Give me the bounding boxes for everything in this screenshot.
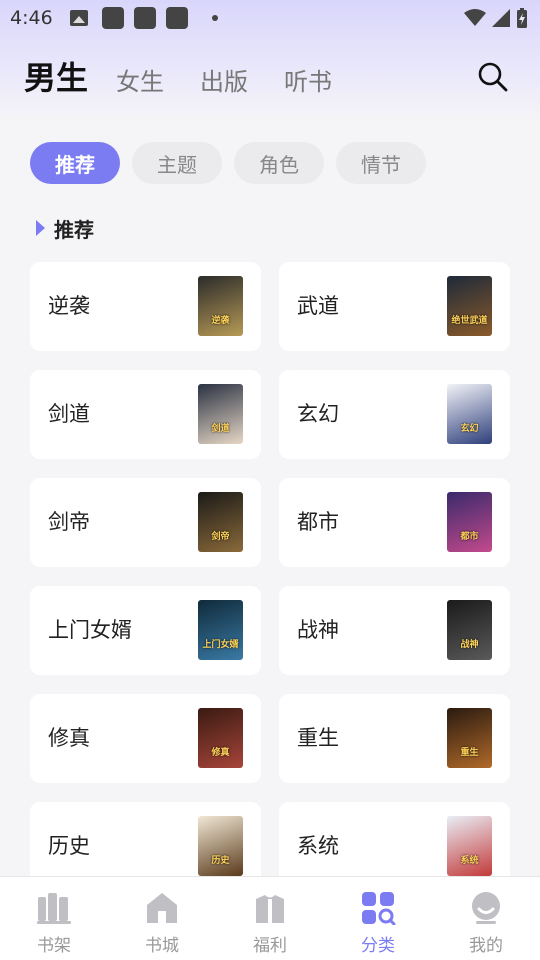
category-name: 武道	[297, 294, 339, 318]
cover-title: 修真	[211, 748, 230, 758]
category-name: 系统	[297, 834, 339, 858]
nav-bookstore[interactable]: 书城	[108, 877, 216, 960]
bookshelf-icon	[37, 893, 71, 924]
nav-label: 书架	[37, 936, 71, 956]
nav-label: 我的	[469, 936, 503, 956]
category-card[interactable]: 剑帝 剑帝	[30, 478, 261, 567]
book-cover-thumbnail: 玄幻	[447, 384, 492, 444]
book-cover-thumbnail: 重生	[447, 708, 492, 768]
cover-title: 重生	[460, 748, 479, 758]
status-bar: 4:46	[0, 0, 540, 36]
book-cover-thumbnail: 都市	[447, 492, 492, 552]
category-name: 上门女婿	[48, 618, 132, 642]
cover-title: 战神	[460, 640, 479, 650]
category-card[interactable]: 系统 系统	[279, 802, 510, 876]
category-card[interactable]: 修真 修真	[30, 694, 261, 783]
cover-title: 剑道	[211, 424, 230, 434]
tab-publish[interactable]: 出版	[200, 62, 248, 102]
pill-theme[interactable]: 主题	[132, 142, 222, 184]
signal-icon	[492, 9, 510, 27]
category-card[interactable]: 逆袭 逆袭	[30, 262, 261, 351]
battery-icon	[517, 8, 527, 28]
cover-title: 逆袭	[211, 316, 230, 326]
category-name: 玄幻	[297, 402, 339, 426]
cover-title: 系统	[460, 856, 479, 866]
category-card[interactable]: 都市 都市	[279, 478, 510, 567]
category-name: 剑帝	[48, 510, 90, 534]
pill-plot[interactable]: 情节	[336, 142, 426, 184]
app-notification-icon	[102, 7, 124, 29]
tab-label: 女生	[116, 68, 165, 96]
pill-recommend[interactable]: 推荐	[30, 142, 120, 184]
bookstore-icon	[147, 893, 177, 923]
tab-label: 男生	[24, 59, 89, 97]
subcategory-pills: 推荐 主题 角色 情节	[30, 142, 426, 184]
nav-bookshelf[interactable]: 书架	[0, 877, 108, 960]
profile-icon	[472, 892, 500, 924]
cover-title: 玄幻	[460, 424, 479, 434]
nav-welfare[interactable]: 福利	[216, 877, 324, 960]
nav-label: 福利	[253, 936, 287, 956]
book-cover-thumbnail: 战神	[447, 600, 492, 660]
category-card[interactable]: 玄幻 玄幻	[279, 370, 510, 459]
nav-profile[interactable]: 我的	[432, 877, 540, 960]
gift-icon	[256, 895, 284, 923]
wifi-icon	[464, 9, 486, 26]
book-cover-thumbnail: 逆袭	[198, 276, 243, 336]
book-cover-thumbnail: 历史	[198, 816, 243, 876]
section-header: 推荐	[36, 212, 94, 244]
top-tab-bar: 男生 女生 出版 听书	[24, 52, 368, 102]
pill-role[interactable]: 角色	[234, 142, 324, 184]
book-cover-thumbnail: 系统	[447, 816, 492, 876]
category-name: 重生	[297, 726, 339, 750]
category-name: 修真	[48, 726, 90, 750]
category-name: 战神	[297, 618, 339, 642]
category-name: 剑道	[48, 402, 90, 426]
image-notification-icon	[70, 10, 88, 26]
book-cover-thumbnail: 绝世武道	[447, 276, 492, 336]
category-grid: 逆袭 逆袭 武道 绝世武道 剑道 剑道 玄幻 玄幻 剑帝 剑帝 都市 都市 上门女婿 上门女婿 战神 战神 修真…	[30, 262, 510, 876]
nav-label: 书城	[145, 936, 179, 956]
tab-label: 出版	[200, 68, 249, 96]
search-icon[interactable]	[476, 60, 510, 94]
cover-title: 绝世武道	[451, 316, 488, 326]
tab-male[interactable]: 男生	[24, 54, 88, 102]
bottom-navigation: 书架 书城 福利 分类 我的	[0, 876, 540, 960]
app-notification-icon	[166, 7, 188, 29]
category-card[interactable]: 武道绝世武道	[279, 262, 510, 351]
cover-title: 上门女婿	[202, 640, 239, 650]
book-cover-thumbnail: 上门女婿	[198, 600, 243, 660]
tab-audiobook[interactable]: 听书	[284, 62, 332, 102]
cover-title: 剑帝	[211, 532, 230, 542]
section-title: 推荐	[54, 217, 94, 242]
book-cover-thumbnail: 剑道	[198, 384, 243, 444]
category-card[interactable]: 历史 历史	[30, 802, 261, 876]
more-notifications-dot-icon	[212, 15, 218, 21]
cover-title: 历史	[211, 856, 230, 866]
app-notification-icon	[134, 7, 156, 29]
tab-female[interactable]: 女生	[116, 62, 164, 102]
category-card[interactable]: 上门女婿 上门女婿	[30, 586, 261, 675]
category-name: 历史	[48, 834, 90, 858]
category-card[interactable]: 战神 战神	[279, 586, 510, 675]
tab-label: 听书	[284, 68, 333, 96]
status-time: 4:46	[10, 7, 53, 29]
nav-category[interactable]: 分类	[324, 877, 432, 960]
nav-label: 分类	[361, 936, 395, 956]
category-name: 逆袭	[48, 294, 90, 318]
cover-title: 都市	[460, 532, 479, 542]
category-card[interactable]: 剑道 剑道	[30, 370, 261, 459]
book-cover-thumbnail: 修真	[198, 708, 243, 768]
book-cover-thumbnail: 剑帝	[198, 492, 243, 552]
category-name: 都市	[297, 510, 339, 534]
triangle-marker-icon	[36, 220, 45, 236]
category-icon	[362, 892, 396, 925]
category-card[interactable]: 重生 重生	[279, 694, 510, 783]
